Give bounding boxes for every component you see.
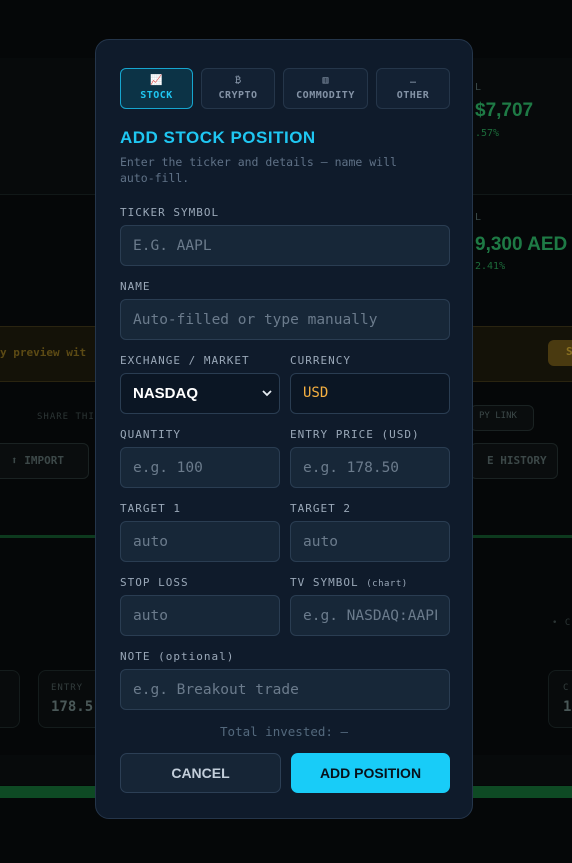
import-button[interactable]: ⬆ IMPORT (0, 443, 89, 479)
side-label: • C (552, 618, 572, 628)
target2-input[interactable] (290, 521, 450, 562)
modal-title: ADD STOCK POSITION (120, 128, 316, 147)
exchange-value: NASDAQ (133, 385, 199, 402)
copy-link-button[interactable]: PY LINK (470, 405, 534, 431)
more-icon: … (409, 75, 417, 86)
total-invested: Total invested: — (220, 724, 348, 739)
target1-input[interactable] (120, 521, 280, 562)
stop-loss-label: STOP LOSS (120, 576, 189, 589)
target1-label: TARGET 1 (120, 502, 181, 515)
currency-field[interactable]: USD (290, 373, 450, 414)
exchange-select[interactable]: NASDAQ (120, 373, 280, 414)
bars-icon: ▥ (322, 75, 329, 86)
asset-type-tabs: 📈 STOCK ₿ CRYPTO ▥ COMMODITY … OTHER (120, 68, 450, 109)
history-button[interactable]: E HISTORY (470, 443, 558, 479)
tv-symbol-input[interactable] (290, 595, 450, 636)
tv-symbol-label: TV SYMBOL (chart) (290, 576, 408, 589)
stat-label: L (475, 212, 483, 223)
bitcoin-icon: ₿ (234, 75, 241, 86)
tab-stock[interactable]: 📈 STOCK (120, 68, 193, 109)
entry-price-input[interactable] (290, 447, 450, 488)
stat-change: .57% (475, 128, 500, 139)
tv-symbol-hint: (chart) (366, 579, 408, 589)
stat-change: 2.41% (475, 261, 506, 272)
note-label: NOTE (optional) (120, 650, 235, 663)
tab-label: CRYPTO (218, 90, 258, 101)
add-position-modal: 📈 STOCK ₿ CRYPTO ▥ COMMODITY … OTHER ADD… (95, 39, 473, 819)
name-label: NAME (120, 280, 151, 293)
stat-value: $7,707 (475, 100, 534, 121)
tab-label: STOCK (140, 90, 173, 101)
ticker-input[interactable] (120, 225, 450, 266)
ticker-label: TICKER SYMBOL (120, 206, 220, 219)
summary-card: C 1 (548, 670, 572, 728)
chevron-down-icon (262, 390, 272, 397)
currency-value: USD (303, 385, 329, 401)
stat-value: 9,300 AED (475, 234, 568, 255)
tab-other[interactable]: … OTHER (376, 68, 450, 109)
tab-label: OTHER (396, 90, 430, 101)
chart-up-icon: 📈 (150, 75, 163, 86)
stop-loss-input[interactable] (120, 595, 280, 636)
summary-card (0, 670, 20, 728)
exchange-label: EXCHANGE / MARKET (120, 354, 250, 367)
stat-label: L (475, 82, 483, 93)
target2-label: TARGET 2 (290, 502, 351, 515)
tab-crypto[interactable]: ₿ CRYPTO (201, 68, 275, 109)
add-position-button[interactable]: ADD POSITION (291, 753, 450, 793)
name-input[interactable] (120, 299, 450, 340)
currency-label: CURRENCY (290, 354, 351, 367)
note-input[interactable] (120, 669, 450, 710)
tab-label: COMMODITY (296, 90, 355, 101)
cancel-button[interactable]: CANCEL (120, 753, 281, 793)
entry-price-label: ENTRY PRICE (USD) (290, 428, 420, 441)
share-label: SHARE THIS (37, 412, 102, 422)
tab-commodity[interactable]: ▥ COMMODITY (283, 68, 368, 109)
warning-button[interactable]: S (548, 340, 572, 366)
quantity-input[interactable] (120, 447, 280, 488)
modal-subtitle: Enter the ticker and details — name will… (120, 155, 397, 185)
warning-text: y preview wit (0, 346, 87, 359)
quantity-label: QUANTITY (120, 428, 181, 441)
